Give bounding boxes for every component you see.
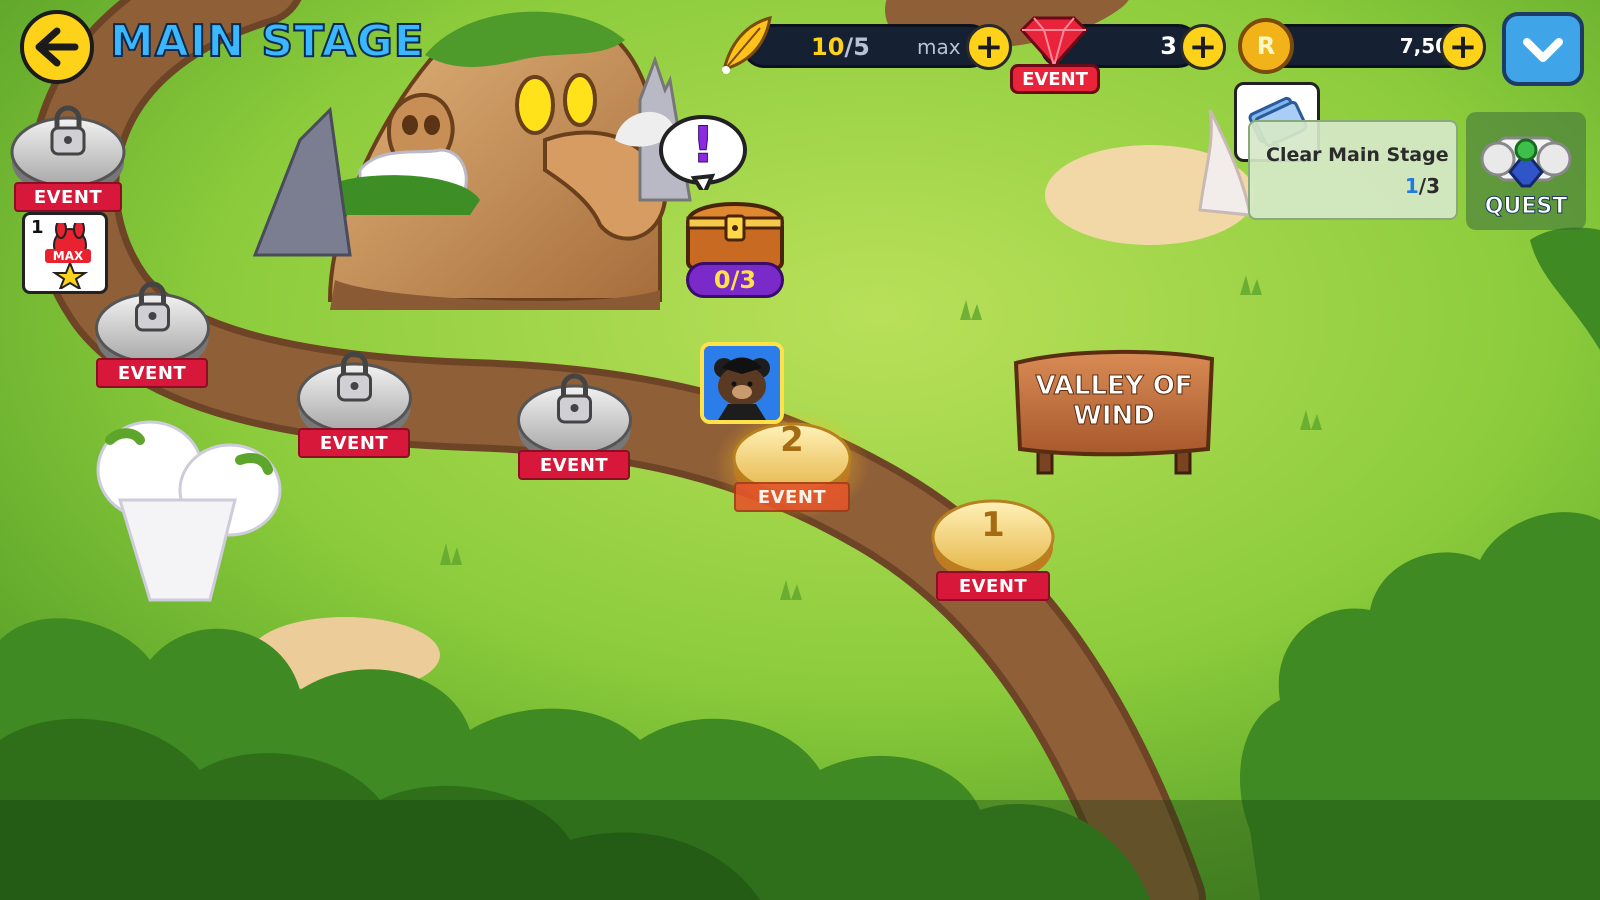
area-name-line2: WIND bbox=[1073, 401, 1156, 432]
scroll-icon bbox=[1480, 136, 1572, 188]
bear-character-icon bbox=[704, 346, 780, 420]
coin-icon: R bbox=[1238, 18, 1294, 74]
chevron-down-icon bbox=[1523, 38, 1563, 62]
event-ribbon: EVENT bbox=[518, 450, 630, 480]
stage-number: 1 bbox=[981, 505, 1005, 545]
lock-icon bbox=[135, 281, 170, 332]
item-card[interactable]: 1 MAX bbox=[22, 212, 108, 294]
add-stamina-button[interactable]: + bbox=[966, 24, 1012, 70]
lock-icon bbox=[50, 105, 86, 156]
quest-progress-total: /3 bbox=[1418, 174, 1440, 198]
arrow-left-icon bbox=[35, 27, 79, 67]
event-ribbon: EVENT bbox=[298, 428, 410, 458]
alert-bubble: ! bbox=[658, 114, 748, 199]
alert-mark: ! bbox=[691, 116, 715, 175]
menu-dropdown-button[interactable] bbox=[1502, 12, 1584, 86]
stage-number: 2 bbox=[780, 420, 804, 460]
stamina-value: 10/5 bbox=[811, 33, 870, 61]
max-badge: MAX bbox=[45, 249, 91, 263]
quest-progress: 1/3 bbox=[1405, 174, 1440, 198]
treasure-chest[interactable]: 0/3 bbox=[682, 192, 788, 304]
lock-icon bbox=[337, 351, 372, 402]
quest-button[interactable]: QUEST bbox=[1466, 112, 1586, 230]
quest-panel[interactable]: Clear Main Stage 1/3 bbox=[1248, 120, 1458, 220]
event-ribbon: EVENT bbox=[936, 571, 1050, 601]
stamina-max-label: max bbox=[917, 35, 961, 59]
gems-event-badge: EVENT bbox=[1010, 64, 1100, 94]
event-ribbon: EVENT bbox=[14, 182, 122, 212]
event-ribbon: EVENT bbox=[734, 482, 850, 512]
stamina-bar: 10/5 max bbox=[742, 24, 992, 68]
add-coins-button[interactable]: + bbox=[1440, 24, 1486, 70]
area-sign: VALLEY OF WIND bbox=[1010, 345, 1218, 479]
stamina-current: 10 bbox=[811, 33, 845, 61]
quest-progress-current: 1 bbox=[1404, 174, 1419, 198]
area-name-line1: VALLEY OF bbox=[1035, 371, 1193, 402]
stage-node-locked[interactable]: EVENT bbox=[90, 268, 215, 393]
quest-text: Clear Main Stage bbox=[1266, 144, 1449, 166]
stage-node-locked[interactable]: EVENT bbox=[292, 338, 417, 463]
stamina-max: /5 bbox=[844, 33, 870, 61]
back-button[interactable] bbox=[20, 10, 94, 84]
chest-icon bbox=[685, 202, 785, 270]
quest-button-label: QUEST bbox=[1484, 194, 1568, 220]
stage-node-locked[interactable]: EVENT bbox=[512, 360, 637, 485]
stage-node-cleared[interactable]: 1 EVENT bbox=[928, 495, 1058, 615]
chest-progress: 0/3 bbox=[686, 262, 784, 298]
stage-node-locked[interactable]: EVENT bbox=[8, 92, 128, 212]
add-gems-button[interactable]: + bbox=[1180, 24, 1226, 70]
item-count: 1 bbox=[31, 217, 44, 238]
page-title: MAIN STAGE bbox=[109, 15, 425, 68]
gem-icon bbox=[1019, 16, 1089, 69]
event-ribbon: EVENT bbox=[96, 358, 208, 388]
player-avatar[interactable] bbox=[700, 342, 784, 424]
feather-icon bbox=[721, 15, 772, 74]
area-name: VALLEY OF WIND bbox=[1020, 371, 1208, 432]
lock-icon bbox=[557, 373, 592, 424]
